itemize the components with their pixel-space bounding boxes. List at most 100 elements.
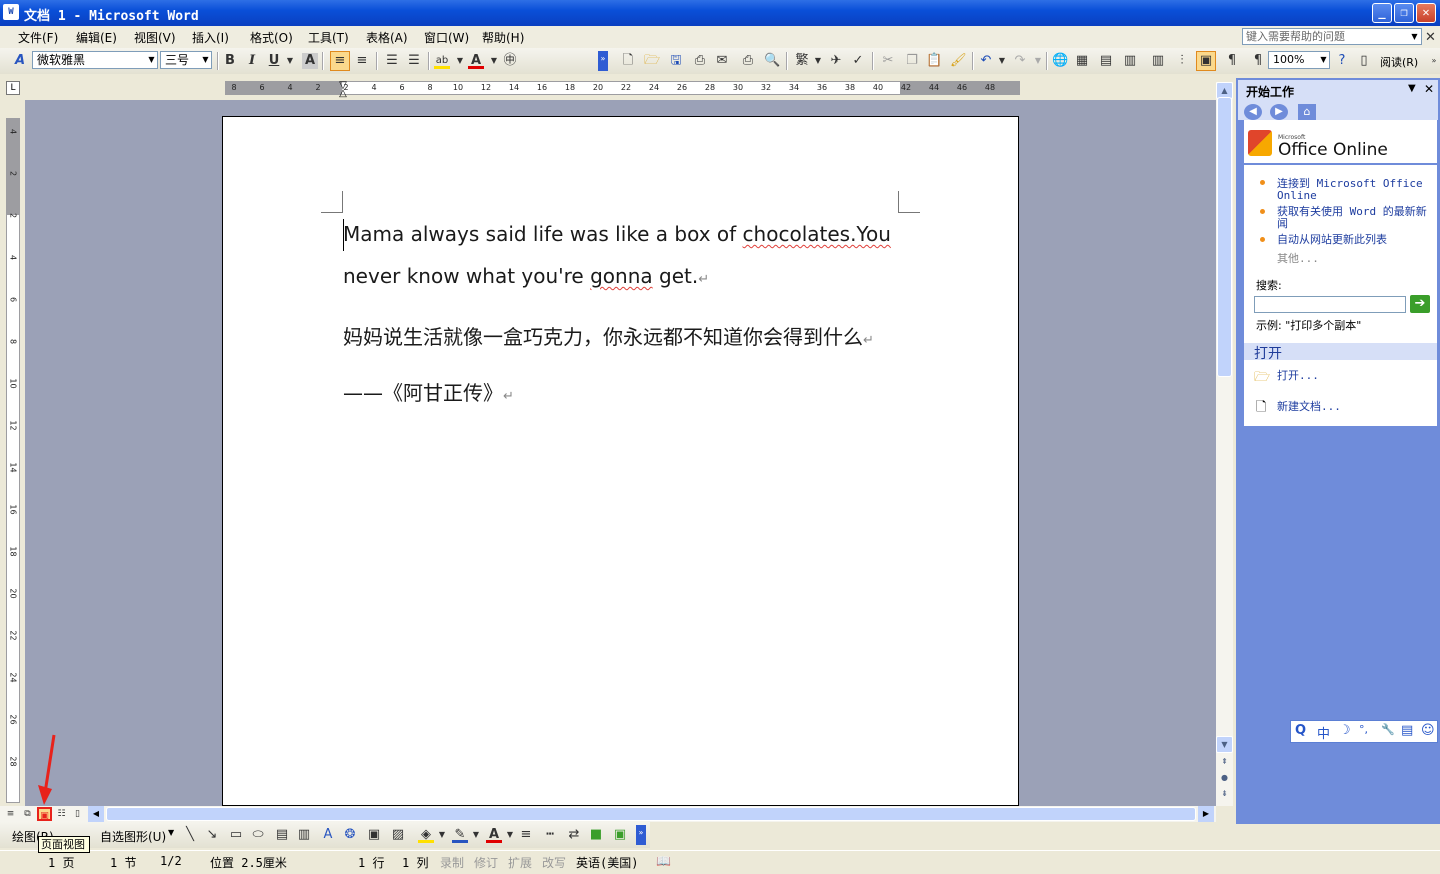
status-extend[interactable]: 扩展 [508, 854, 532, 871]
status-overtype[interactable]: 改写 [542, 854, 566, 871]
wordart-icon[interactable]: A [320, 827, 336, 843]
minimize-button[interactable]: _ [1372, 3, 1392, 23]
email-icon[interactable]: ✉ [714, 53, 730, 69]
indent-marker-icon[interactable]: ▽ △ [338, 81, 348, 99]
font-size-combo[interactable]: 三号 ▼ [160, 51, 212, 69]
menu-help[interactable]: 帮助(H) [482, 29, 524, 46]
ime-settings-icon[interactable]: 🔧 [1381, 723, 1395, 736]
paste-icon[interactable]: 📋 [926, 53, 942, 69]
bullets-icon[interactable]: ☰ [406, 53, 422, 69]
forward-icon[interactable]: ▶ [1270, 104, 1288, 120]
next-page-icon[interactable]: ⇟ [1216, 786, 1233, 803]
ime-punctuation-icon[interactable]: °, [1359, 723, 1368, 736]
chevron-down-icon[interactable]: ▼ [468, 827, 484, 843]
status-record[interactable]: 录制 [440, 854, 464, 871]
copy-icon[interactable]: ❐ [904, 53, 920, 69]
picture-icon[interactable]: ▨ [390, 827, 406, 843]
chevron-down-icon[interactable]: ▼ [1030, 53, 1046, 69]
status-language[interactable]: 英语(美国) [576, 854, 638, 871]
doc-paragraph-3[interactable]: ——《阿甘正传》↵ [343, 377, 514, 406]
3d-icon[interactable]: ▣ [612, 827, 628, 843]
scroll-down-icon[interactable]: ▼ [1216, 736, 1233, 753]
reading-view-icon[interactable]: ▯ [70, 807, 85, 821]
line-color-icon[interactable]: ✎ [452, 827, 468, 843]
taskpane-search-input[interactable] [1254, 296, 1406, 313]
print-icon[interactable]: ⎙ [740, 53, 756, 69]
read-mode-button[interactable]: 阅读(R) [1380, 54, 1418, 70]
italic-icon[interactable]: I [244, 53, 260, 69]
cut-icon[interactable]: ✂ [880, 53, 896, 69]
hyperlink-icon[interactable]: 🌐 [1052, 53, 1068, 69]
diagram-icon[interactable]: ❂ [342, 827, 358, 843]
tables-borders-icon[interactable]: ▦ [1074, 53, 1090, 69]
toolbar-options-icon[interactable]: » [636, 825, 646, 845]
clipart-icon[interactable]: ▣ [366, 827, 382, 843]
open-folder-icon[interactable]: 🗁 [644, 53, 660, 69]
help-dropdown-icon[interactable]: ▼ [1408, 29, 1421, 44]
align-left-icon[interactable]: ≡ [330, 51, 350, 71]
underline-dropdown-icon[interactable]: ▼ [282, 53, 298, 69]
textbox-icon[interactable]: ▤ [274, 827, 290, 843]
page-view-icon[interactable]: ▣ [37, 807, 52, 821]
line-icon[interactable]: ╲ [182, 827, 198, 843]
doc-paragraph-1-line-1[interactable]: Mama always said life was like a box of … [343, 222, 891, 246]
scroll-thumb[interactable] [1217, 97, 1232, 377]
link-connect-office-online[interactable]: 连接到 Microsoft Office Online [1277, 178, 1435, 202]
font-color-dropdown-icon[interactable]: ▼ [486, 53, 502, 69]
ime-keyboard-icon[interactable]: ▤ [1401, 723, 1413, 738]
link-open[interactable]: 打开... [1277, 370, 1319, 382]
font-color-icon[interactable]: A [468, 53, 484, 69]
menu-insert[interactable]: 插入(I) [192, 29, 229, 46]
menu-edit[interactable]: 编辑(E) [76, 29, 117, 46]
normal-view-icon[interactable]: ≡ [3, 807, 18, 821]
scroll-right-icon[interactable]: ▶ [1198, 806, 1214, 822]
menu-table[interactable]: 表格(A) [366, 29, 408, 46]
chevron-down-icon[interactable]: ▼ [434, 827, 450, 843]
permission-icon[interactable]: ⎙ [692, 53, 708, 69]
spelling-status-icon[interactable]: 📖 [656, 854, 671, 868]
vertical-scrollbar[interactable]: ▲ ▼ ⇞ ● ⇟ [1216, 82, 1233, 806]
toolbar-options-icon[interactable]: » [1426, 53, 1440, 69]
link-more[interactable]: 其他... [1277, 253, 1319, 265]
help-search-input[interactable]: 键入需要帮助的问题 [1242, 28, 1422, 45]
bold-icon[interactable]: B [222, 53, 238, 69]
outline-view-icon[interactable]: ☷ [54, 807, 69, 821]
menu-tools[interactable]: 工具(T) [308, 29, 349, 46]
print-preview-icon[interactable]: 🔍 [764, 53, 780, 69]
columns-icon[interactable]: ▥ [1150, 53, 1166, 69]
previous-page-icon[interactable]: ⇞ [1216, 754, 1233, 771]
fill-color-icon[interactable]: ◈ [418, 827, 434, 843]
word-app-icon[interactable]: W [3, 4, 19, 20]
web-view-icon[interactable]: ⧉ [20, 807, 35, 821]
undo-icon[interactable]: ↶ [978, 53, 994, 69]
font-name-combo[interactable]: 微软雅黑 ▼ [32, 51, 158, 69]
vertical-textbox-icon[interactable]: ▥ [296, 827, 312, 843]
autoshapes-menu[interactable]: 自选图形(U) [100, 828, 166, 845]
help-icon[interactable]: ? [1334, 53, 1350, 69]
ime-skin-icon[interactable]: ☺ [1421, 723, 1435, 738]
align-center-icon[interactable]: ≡ [354, 53, 370, 69]
zoom-combo[interactable]: 100% ▼ [1268, 51, 1330, 69]
drawing-icon[interactable]: ⫶ [1174, 53, 1190, 69]
menu-file[interactable]: 文件(F) [18, 29, 58, 46]
search-go-icon[interactable]: ➔ [1410, 295, 1430, 313]
spelling-icon[interactable]: ✓ [850, 53, 866, 69]
insert-excel-icon[interactable]: ▥ [1122, 53, 1138, 69]
chevron-down-icon[interactable]: ▼ [502, 827, 518, 843]
ime-toolbar[interactable]: Q 中 ☽ °, 🔧 ▤ ☺ [1290, 720, 1438, 743]
chevron-down-icon[interactable]: ▼ [810, 53, 826, 69]
scroll-left-icon[interactable]: ◀ [88, 806, 104, 822]
character-shading-icon[interactable]: A [302, 53, 318, 69]
tab-selector[interactable]: L [6, 81, 20, 95]
chevron-down-icon[interactable]: ▼ [994, 53, 1010, 69]
toolbar-options-icon[interactable]: » [598, 51, 608, 71]
close-pane-icon[interactable]: ✕ [1424, 82, 1434, 96]
highlight-dropdown-icon[interactable]: ▼ [452, 53, 468, 69]
rectangle-icon[interactable]: ▭ [228, 827, 244, 843]
ime-chinese-mode[interactable]: 中 [1317, 723, 1330, 742]
arrow-tool-icon[interactable]: ↘ [204, 827, 220, 843]
shadow-icon[interactable]: ■ [588, 827, 604, 843]
menu-format[interactable]: 格式(O) [250, 29, 293, 46]
save-icon[interactable]: 🖫 [668, 53, 684, 69]
paragraph-marks-icon[interactable]: ¶ [1250, 53, 1266, 69]
